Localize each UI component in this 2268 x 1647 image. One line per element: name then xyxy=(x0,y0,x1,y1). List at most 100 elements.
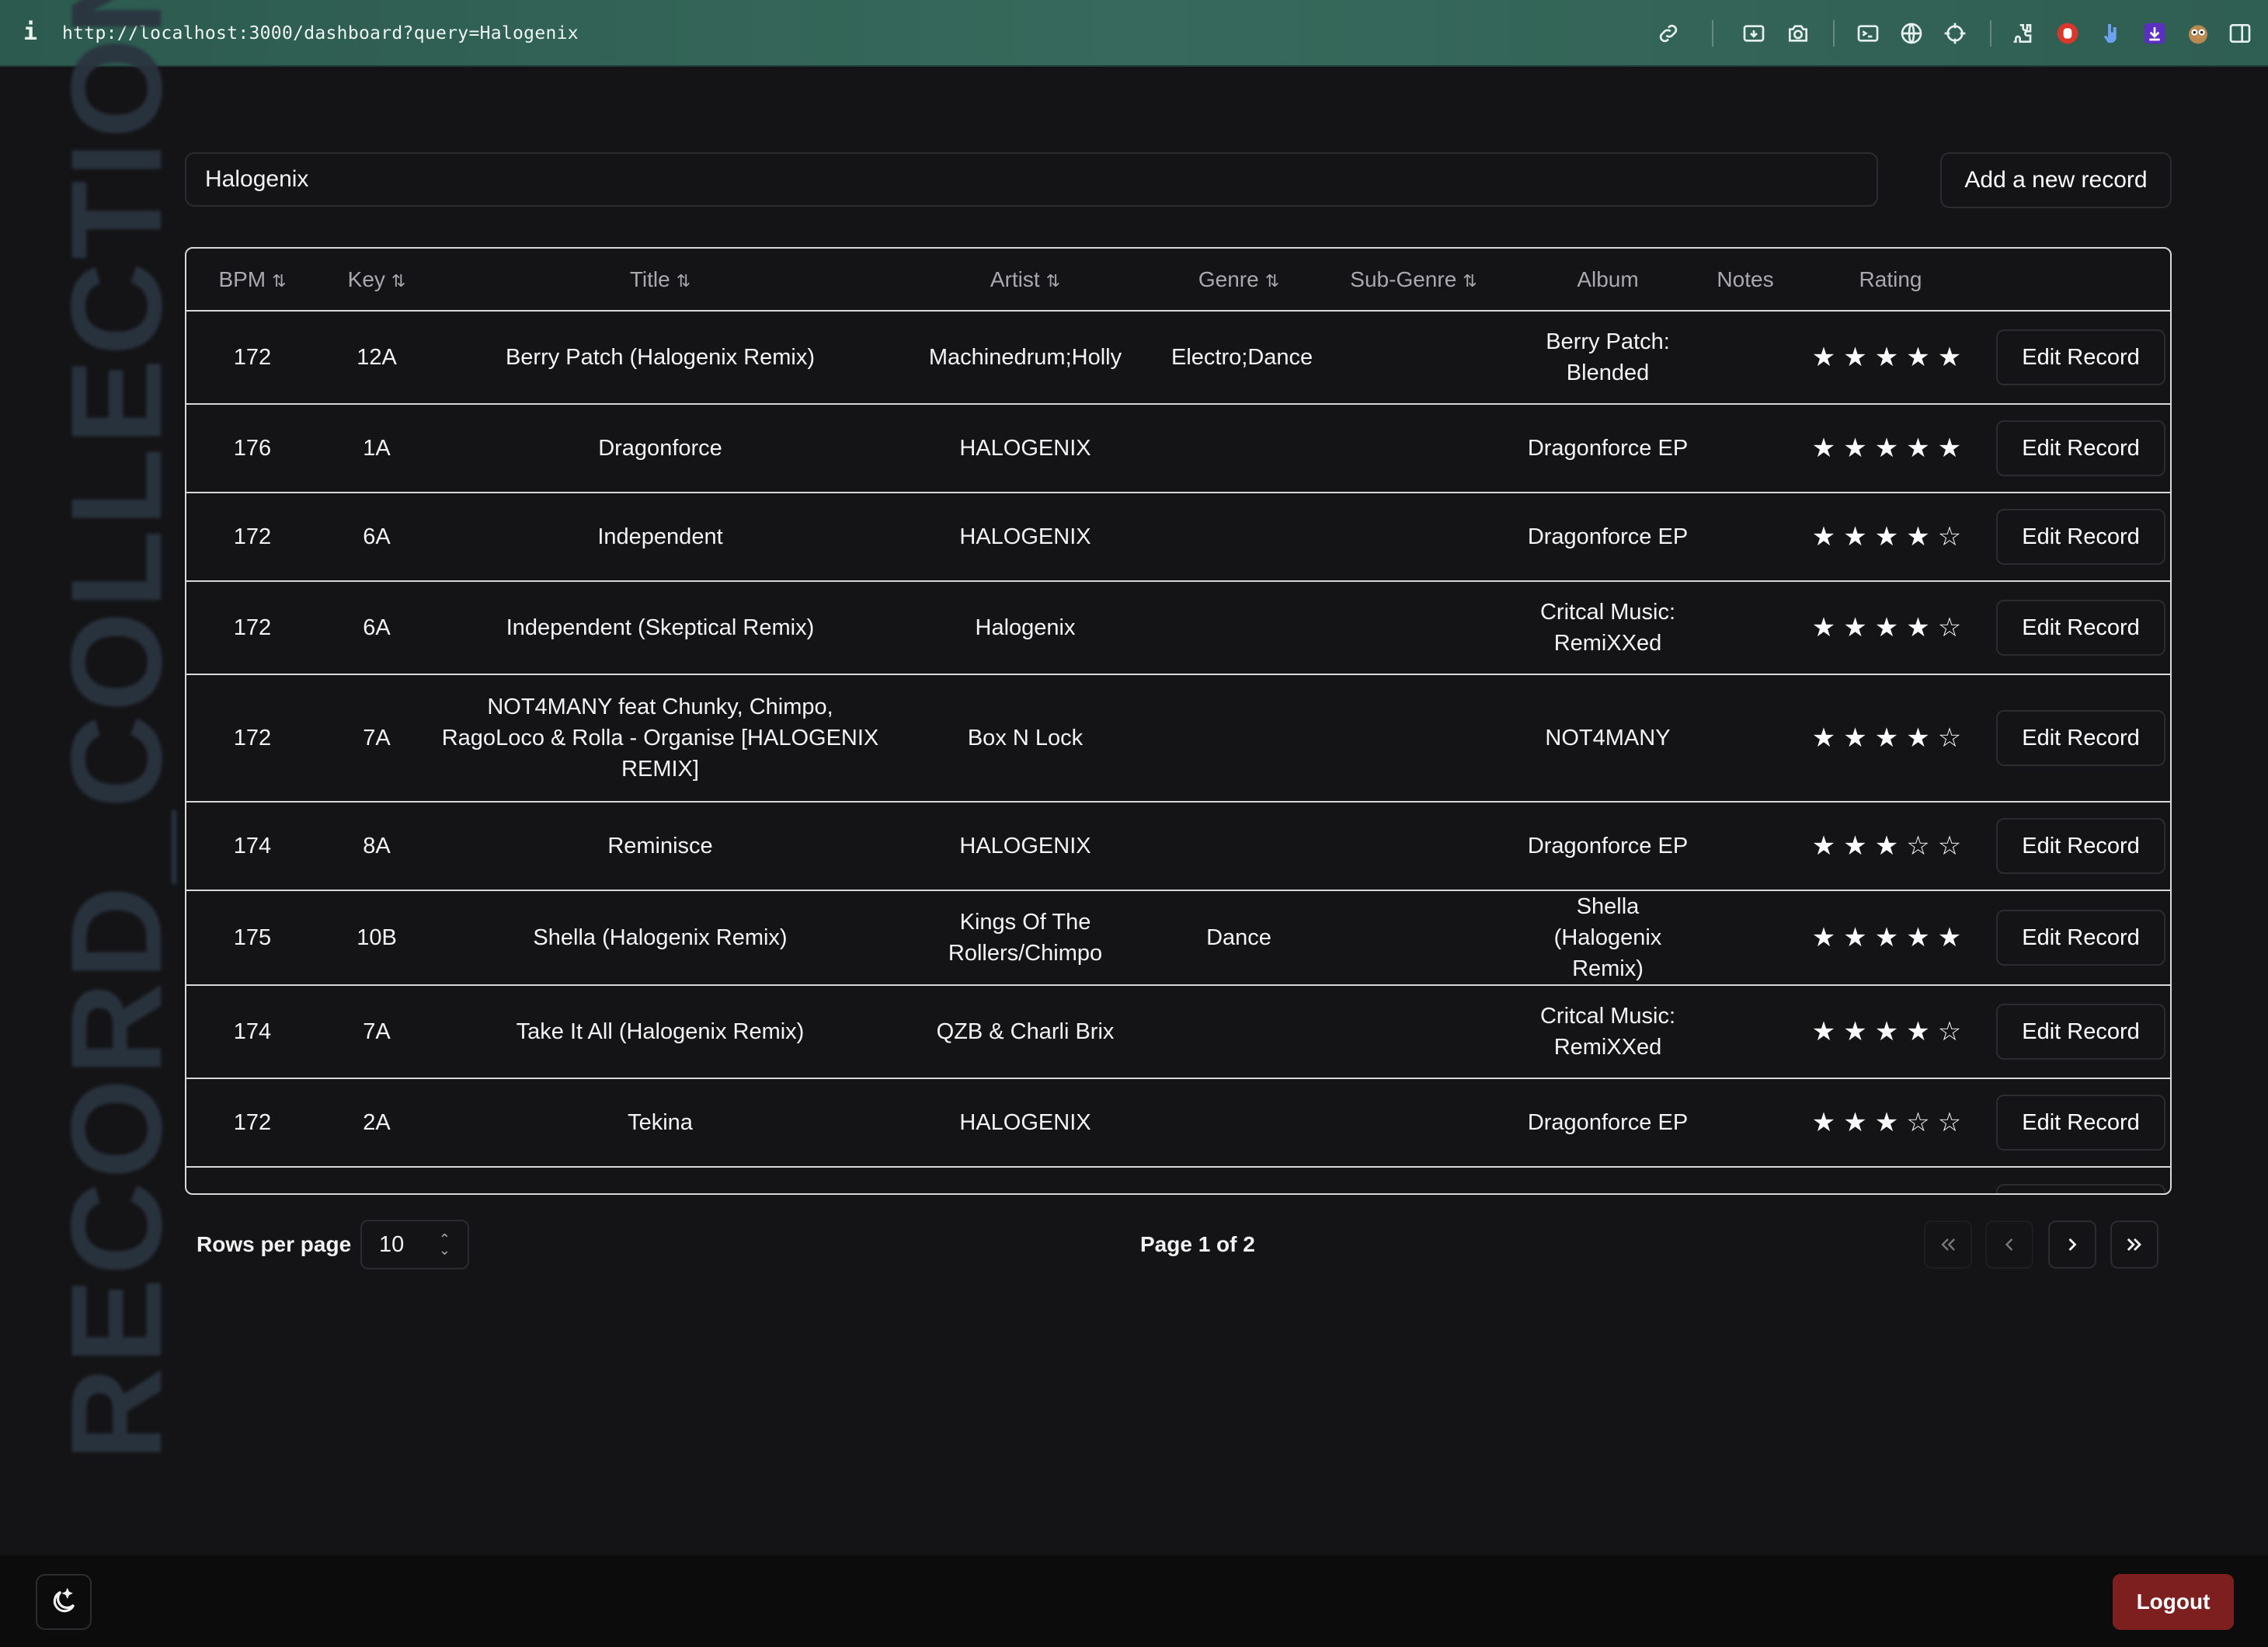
column-header-artist[interactable]: Artist ⇅ xyxy=(885,249,1165,311)
edit-record-button[interactable]: Edit Record xyxy=(1996,509,2165,565)
cell-genre: Dance xyxy=(1206,925,1271,950)
cell-album: Dragonforce EP xyxy=(1527,834,1689,858)
cell-key: 8A xyxy=(363,834,391,858)
edit-record-button[interactable]: Edit Record xyxy=(1996,910,2165,966)
star-filled-icon: ★ xyxy=(1906,723,1938,753)
column-header-title[interactable]: Title ⇅ xyxy=(435,249,885,311)
rating-stars: ★★★☆☆ xyxy=(1790,1078,1991,1167)
cell-album: Critcal Music: RemiXXed xyxy=(1539,600,1675,656)
column-header-sub-genre[interactable]: Sub-Genre ⇅ xyxy=(1313,249,1515,311)
cell-artist: HALOGENIX xyxy=(959,834,1091,858)
logout-button[interactable]: Logout xyxy=(2113,1574,2234,1630)
edit-record-button[interactable]: Edit Record xyxy=(1996,710,2165,766)
star-filled-icon: ★ xyxy=(1843,434,1875,463)
star-filled-icon: ★ xyxy=(1843,1108,1875,1137)
column-header-label: Artist xyxy=(990,266,1040,291)
rating-stars: ★★★★☆ xyxy=(1790,674,1991,802)
star-filled-icon: ★ xyxy=(1906,434,1938,463)
cell-album: Berry Patch: Blended xyxy=(1546,329,1670,385)
star-filled-icon: ★ xyxy=(1906,522,1938,552)
edit-record-button[interactable]: Edit Record xyxy=(1996,1004,2165,1060)
cell-notes xyxy=(1701,493,1790,581)
cell-notes xyxy=(1701,311,1790,404)
edit-record-button[interactable]: Edit Record xyxy=(1996,329,2165,385)
toolbar-divider xyxy=(1712,20,1713,47)
last-page-button[interactable] xyxy=(2110,1220,2158,1269)
info-icon[interactable]: i xyxy=(23,19,37,46)
column-header-label: Notes xyxy=(1717,266,1774,291)
cell-bpm: 172 xyxy=(186,1167,318,1193)
star-filled-icon: ★ xyxy=(1811,923,1844,952)
theme-toggle-button[interactable] xyxy=(36,1574,92,1630)
column-header-genre[interactable]: Genre ⇅ xyxy=(1165,249,1313,311)
column-header-label: BPM xyxy=(218,266,266,291)
double-chevron-right-icon xyxy=(2127,1238,2141,1251)
star-filled-icon: ★ xyxy=(1843,1017,1875,1046)
search-input[interactable] xyxy=(185,152,1878,207)
cell-subgenre xyxy=(1313,674,1515,802)
star-filled-icon: ★ xyxy=(1874,723,1907,753)
star-filled-icon: ★ xyxy=(1811,1017,1844,1046)
edit-record-button[interactable]: Edit Record xyxy=(1996,420,2165,476)
cell-subgenre xyxy=(1313,1078,1515,1167)
edit-record-button[interactable]: Edit Record xyxy=(1996,600,2165,656)
next-page-button[interactable] xyxy=(2048,1220,2096,1269)
footer-bar xyxy=(0,1555,2268,1647)
table-row: 174 8A Reminisce HALOGENIX Dragonforce EP ★★★… xyxy=(186,802,2170,890)
edit-record-button[interactable]: Edit Record xyxy=(1996,1183,2165,1193)
extensions-icon[interactable] xyxy=(2011,20,2037,47)
cell-title: Berry Patch (Halogenix Remix) xyxy=(505,345,816,370)
column-header-key[interactable]: Key ⇅ xyxy=(318,249,435,311)
cell-title: Shella (Halogenix Remix) xyxy=(533,925,788,950)
cell-artist: Alix Perez, Halogenix xyxy=(885,1167,1165,1193)
cell-actions: Edit Record xyxy=(1991,674,2170,802)
cell-album: Folio / 3 xyxy=(1515,1167,1701,1193)
first-page-button[interactable] xyxy=(1924,1220,1972,1269)
hand-pointer-icon[interactable] xyxy=(2098,20,2124,47)
screenshot-area-icon[interactable] xyxy=(1741,20,1767,47)
star-filled-icon: ★ xyxy=(1874,343,1907,372)
globe-icon[interactable] xyxy=(1898,20,1925,47)
crosshair-icon[interactable] xyxy=(1942,20,1968,47)
sort-icon: ⇅ xyxy=(1264,270,1280,291)
star-filled-icon: ★ xyxy=(1937,434,1970,463)
cell-subgenre xyxy=(1313,985,1515,1078)
rating-stars: ★★★★★ xyxy=(1790,890,1991,985)
owl-icon[interactable] xyxy=(2185,20,2211,47)
cell-notes xyxy=(1701,890,1790,985)
camera-icon[interactable] xyxy=(1785,20,1811,47)
cell-bpm: 174 xyxy=(233,834,272,858)
cell-key: 6A xyxy=(363,524,391,549)
cell-genre xyxy=(1165,1167,1313,1193)
column-header-bpm[interactable]: BPM ⇅ xyxy=(186,249,318,311)
cell-subgenre xyxy=(1313,1167,1515,1193)
rows-per-page-select[interactable]: 10 ⌃ ⌄ xyxy=(360,1220,469,1269)
table-row: 174 7A Take It All (Halogenix Remix) QZB & … xyxy=(186,985,2170,1078)
cell-artist: HALOGENIX xyxy=(959,436,1091,461)
column-header-rating: Rating xyxy=(1790,249,1991,311)
edit-record-button[interactable]: Edit Record xyxy=(1996,1095,2165,1151)
cell-actions: Edit Record xyxy=(1991,311,2170,404)
previous-page-button[interactable] xyxy=(1985,1220,2033,1269)
download-icon[interactable] xyxy=(2141,20,2168,47)
link-icon[interactable] xyxy=(1655,20,1682,47)
cell-artist: Machinedrum;Holly xyxy=(928,345,1122,370)
sidebar-icon[interactable] xyxy=(2227,20,2253,47)
cell-artist: QZB & Charli Brix xyxy=(936,1019,1115,1044)
star-filled-icon: ★ xyxy=(1811,522,1844,552)
star-filled-icon: ★ xyxy=(1811,434,1844,463)
cell-key: 7A xyxy=(363,726,391,750)
star-filled-icon: ★ xyxy=(1843,613,1875,642)
table-row: 175 10B Shella (Halogenix Remix) Kings Of T… xyxy=(186,890,2170,985)
terminal-icon[interactable] xyxy=(1855,20,1881,47)
cell-title: Dragonforce xyxy=(598,436,722,461)
cell-key: 12A xyxy=(357,345,397,370)
cell-artist: Box N Lock xyxy=(967,726,1084,750)
stop-hand-icon[interactable] xyxy=(2054,20,2081,47)
add-record-button[interactable]: Add a new record xyxy=(1940,152,2172,208)
star-filled-icon: ★ xyxy=(1937,343,1970,372)
cell-subgenre xyxy=(1313,404,1515,493)
edit-record-button[interactable]: Edit Record xyxy=(1996,818,2165,874)
cell-subgenre xyxy=(1313,493,1515,581)
cell-genre xyxy=(1165,985,1313,1078)
